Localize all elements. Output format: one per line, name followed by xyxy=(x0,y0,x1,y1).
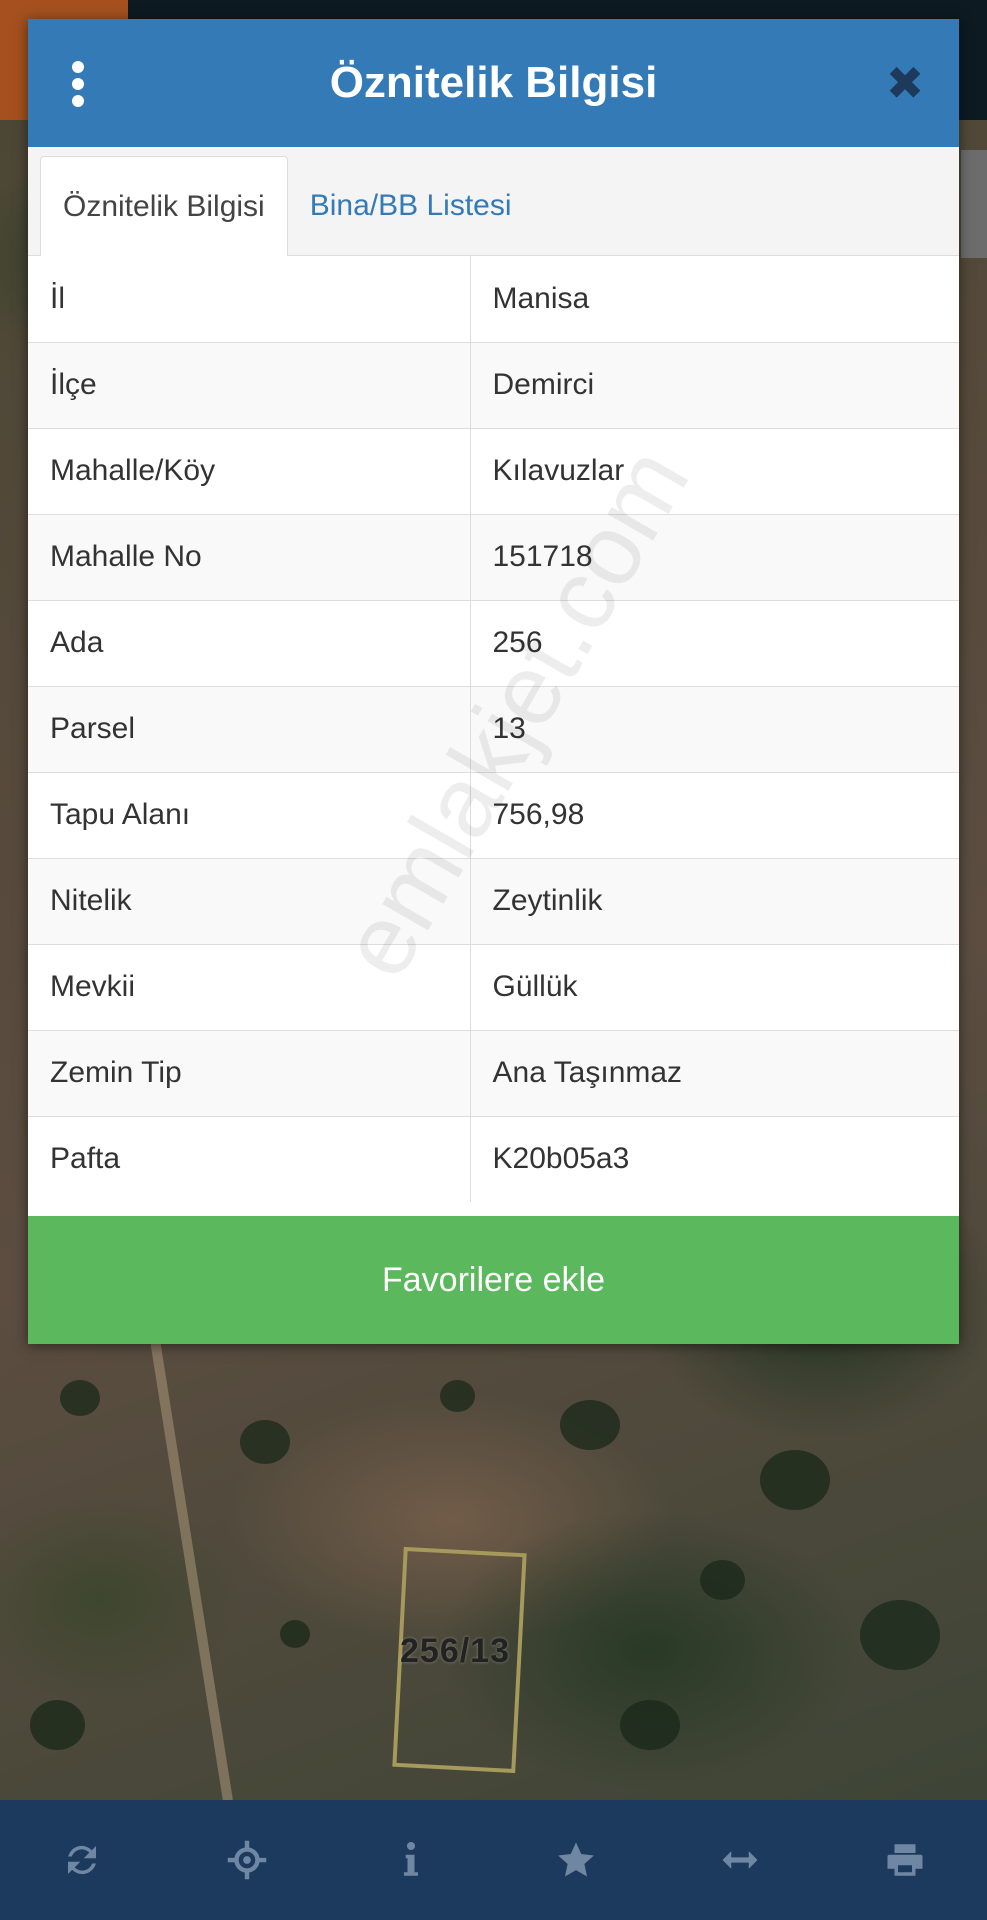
row-key: Pafta xyxy=(28,1115,471,1202)
row-value: Kılavuzlar xyxy=(470,427,959,514)
map-tree xyxy=(760,1450,830,1510)
tab-attribute-info[interactable]: Öznitelik Bilgisi xyxy=(40,156,288,256)
refresh-icon[interactable] xyxy=(52,1830,112,1890)
row-value: Ana Taşınmaz xyxy=(470,1029,959,1116)
map-tree xyxy=(440,1380,475,1412)
row-value: 256 xyxy=(470,599,959,686)
parcel-label: 256/13 xyxy=(400,1632,510,1670)
row-key: Parsel xyxy=(28,685,471,772)
row-value: 756,98 xyxy=(470,771,959,858)
info-icon[interactable] xyxy=(381,1830,441,1890)
row-value: Zeytinlik xyxy=(470,857,959,944)
row-value: Manisa xyxy=(492,281,590,315)
table-row: Zemin Tip Ana Taşınmaz xyxy=(28,1029,959,1116)
tab-building-list[interactable]: Bina/BB Listesi xyxy=(288,157,534,255)
row-key: Nitelik xyxy=(28,857,471,944)
table-row: İlçe Demirci xyxy=(28,341,959,428)
measure-icon[interactable] xyxy=(710,1830,770,1890)
table-row: Mevkii Güllük xyxy=(28,943,959,1030)
row-value: 151718 xyxy=(470,513,959,600)
table-row: Mahalle/Köy Kılavuzlar xyxy=(28,427,959,514)
map-tree xyxy=(860,1600,940,1670)
table-row: Ada 256 xyxy=(28,599,959,686)
scrollbar-thumb[interactable] xyxy=(961,150,987,258)
table-row: Pafta K20b05a3 xyxy=(28,1115,959,1202)
row-key: Ada xyxy=(28,599,471,686)
add-favorite-button[interactable]: Favorilere ekle xyxy=(28,1216,959,1344)
row-value: Güllük xyxy=(470,943,959,1030)
bottom-toolbar xyxy=(0,1800,987,1920)
dialog-header: Öznitelik Bilgisi ✖ xyxy=(28,19,959,147)
map-tree xyxy=(60,1380,100,1416)
row-value: Demirci xyxy=(470,341,959,428)
more-vertical-icon[interactable] xyxy=(68,61,88,107)
row-key: Mahalle No xyxy=(28,513,471,600)
row-key: Mahalle/Köy xyxy=(28,427,471,514)
row-value: K20b05a3 xyxy=(470,1115,959,1202)
close-icon[interactable]: ✖ xyxy=(881,59,929,107)
map-road xyxy=(150,1339,234,1805)
row-value: 13 xyxy=(470,685,959,772)
map-tree xyxy=(280,1620,310,1648)
star-icon[interactable] xyxy=(546,1830,606,1890)
row-key: Tapu Alanı xyxy=(28,771,471,858)
table-row: Mahalle No 151718 xyxy=(28,513,959,600)
locate-icon[interactable] xyxy=(217,1830,277,1890)
dialog-title: Öznitelik Bilgisi xyxy=(329,58,658,107)
table-row: Tapu Alanı 756,98 xyxy=(28,771,959,858)
map-tree xyxy=(620,1700,680,1750)
attribute-table: İl Manisa İlçe Demirci Mahalle/Köy Kılav… xyxy=(28,256,959,1202)
print-icon[interactable] xyxy=(875,1830,935,1890)
table-row: Parsel 13 xyxy=(28,685,959,772)
map-tree xyxy=(560,1400,620,1450)
row-key: Zemin Tip xyxy=(28,1029,471,1116)
attribute-dialog: Öznitelik Bilgisi ✖ Öznitelik Bilgisi Bi… xyxy=(28,19,959,1344)
map-tree xyxy=(30,1700,85,1750)
row-key: İl xyxy=(28,256,471,342)
map-tree xyxy=(700,1560,745,1600)
map-tree xyxy=(240,1420,290,1464)
table-row: İl Manisa xyxy=(28,256,959,342)
tab-bar: Öznitelik Bilgisi Bina/BB Listesi xyxy=(28,147,959,256)
row-key: İlçe xyxy=(28,341,471,428)
row-key: Mevkii xyxy=(28,943,471,1030)
table-row: Nitelik Zeytinlik xyxy=(28,857,959,944)
